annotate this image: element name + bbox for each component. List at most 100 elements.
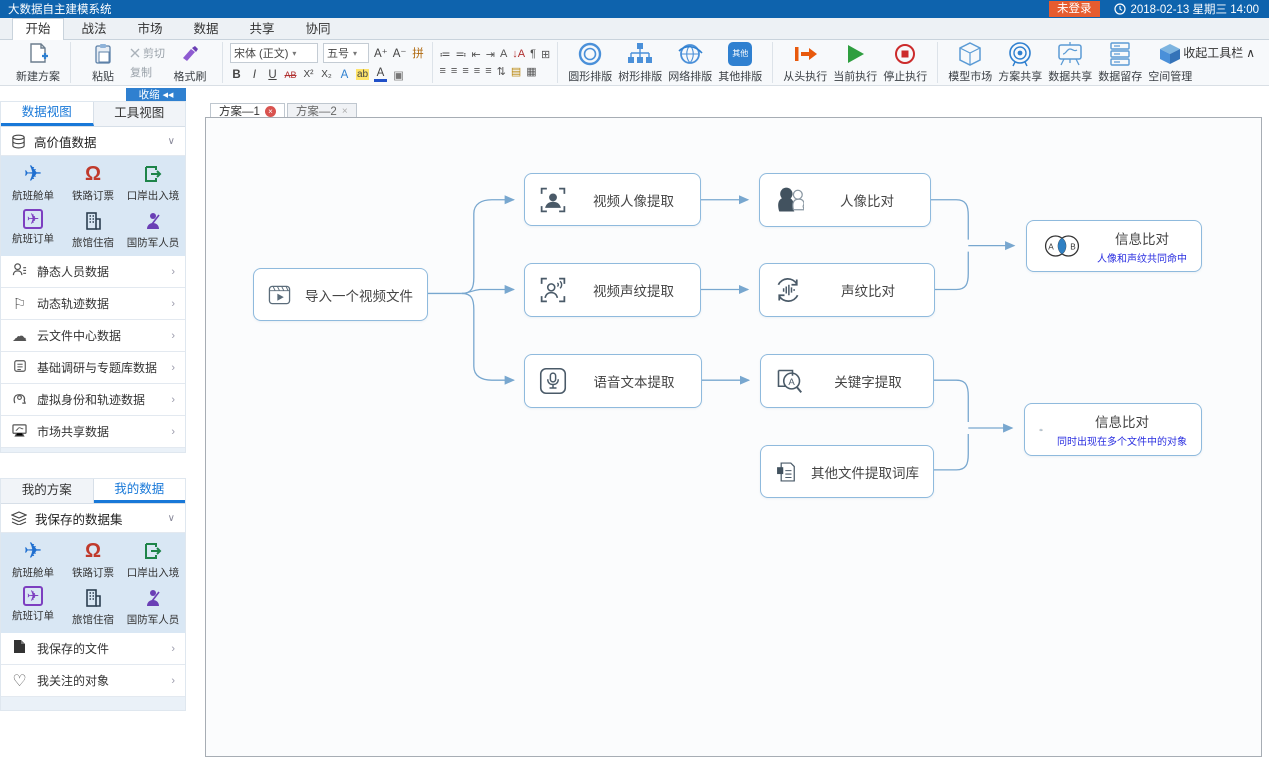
menu-tab-start[interactable]: 开始 — [12, 18, 64, 40]
sort-button[interactable]: ↓A — [512, 48, 525, 60]
node-video-face-extract[interactable]: 视频人像提取 — [524, 173, 701, 226]
borders-button[interactable]: ▦ — [526, 65, 536, 78]
insert-table-button[interactable]: ⊞ — [541, 48, 550, 61]
show-marks-button[interactable]: ¶ — [530, 48, 536, 60]
bold-button[interactable]: B — [230, 69, 243, 81]
close-tab-icon[interactable]: × — [342, 106, 348, 117]
circle-layout-button[interactable]: 圆形排版 — [565, 41, 615, 85]
paste-button[interactable]: 粘贴 — [78, 41, 128, 85]
plan-tab-1[interactable]: 方案—1 × — [210, 103, 285, 118]
node-speech-text-extract[interactable]: 语音文本提取 — [524, 354, 702, 408]
network-layout-button[interactable]: 网络排版 — [665, 41, 715, 85]
model-market-button[interactable]: 模型市场 — [945, 41, 995, 85]
high-value-data-header[interactable]: 高价值数据 ∨ — [1, 127, 185, 156]
decrease-indent-button[interactable]: ⇤ — [472, 48, 481, 61]
format-painter-button[interactable]: 格式刷 — [165, 41, 215, 85]
data-retention-button[interactable]: 数据留存 — [1095, 41, 1145, 85]
subscript-button[interactable]: X₂ — [320, 69, 333, 80]
dataset-flight-order[interactable]: ✈ 航班订单 — [3, 209, 63, 250]
node-voiceprint-compare[interactable]: 声纹比对 — [759, 263, 935, 317]
login-status-badge[interactable]: 未登录 — [1049, 1, 1100, 17]
font-size-select[interactable]: 五号▾ — [323, 43, 369, 63]
menu-tab-data[interactable]: 数据 — [180, 18, 232, 39]
bullet-list-button[interactable]: ≔ — [440, 48, 451, 61]
double-left-arrow-icon: ◀◀ — [163, 91, 174, 99]
sidebar-item-dynamic-track[interactable]: ⚐ 动态轨迹数据› — [1, 288, 185, 320]
sidebar-item-cloud-file[interactable]: ☁ 云文件中心数据› — [1, 320, 185, 352]
node-face-compare[interactable]: 人像比对 — [759, 173, 931, 227]
plan-tab-2[interactable]: 方案—2 × — [287, 103, 357, 118]
dataset-rail-ticket[interactable]: Ω 铁路订票 — [63, 162, 123, 203]
char-scale-button[interactable]: A — [500, 48, 507, 60]
data-share-button[interactable]: 数据共享 — [1045, 41, 1095, 85]
saved-dataset-header[interactable]: 我保存的数据集 ∨ — [1, 504, 185, 533]
highlight-button[interactable]: ab — [356, 69, 369, 80]
tab-my-plans[interactable]: 我的方案 — [1, 479, 94, 503]
grow-font-button[interactable]: A⁺ — [374, 46, 388, 60]
strikethrough-button[interactable]: AB — [284, 70, 297, 80]
line-spacing-button[interactable]: ⇅ — [497, 65, 506, 78]
superscript-button[interactable]: X² — [302, 69, 315, 80]
cut-button[interactable]: 剪切 — [130, 45, 165, 61]
justify-button[interactable]: ≡ — [474, 65, 480, 77]
dataset-flight-manifest[interactable]: ✈ 航班舱单 — [3, 539, 63, 580]
building-icon — [83, 209, 103, 233]
menu-tab-collab[interactable]: 协同 — [292, 18, 344, 39]
node-keyword-extract[interactable]: A 关键字提取 — [760, 354, 934, 408]
numbered-list-button[interactable]: ≕ — [456, 48, 467, 61]
dataset-military-personnel[interactable]: 国防军人员 — [123, 586, 183, 627]
tab-data-view[interactable]: 数据视图 — [1, 102, 94, 126]
increase-indent-button[interactable]: ⇥ — [486, 48, 495, 61]
sidebar-item-research-library[interactable]: 基础调研与专题库数据› — [1, 352, 185, 384]
align-left-button[interactable]: ≡ — [440, 65, 446, 77]
align-center-button[interactable]: ≡ — [451, 65, 457, 77]
menu-tab-market[interactable]: 市场 — [124, 18, 176, 39]
underline-button[interactable]: U — [266, 69, 279, 81]
dataset-flight-order[interactable]: ✈ 航班订单 — [3, 586, 63, 627]
dataset-rail-ticket[interactable]: Ω 铁路订票 — [63, 539, 123, 580]
collapse-toolbar-link[interactable]: 收起工具栏∧ — [1183, 44, 1255, 61]
menu-tab-share[interactable]: 共享 — [236, 18, 288, 39]
shading-fill-button[interactable]: ▤ — [511, 65, 521, 78]
align-right-button[interactable]: ≡ — [462, 65, 468, 77]
sidebar-item-followed-objects[interactable]: ♡ 我关注的对象› — [1, 665, 185, 697]
copy-button[interactable]: 复制 — [130, 64, 165, 80]
italic-button[interactable]: I — [248, 69, 261, 81]
dataset-flight-manifest[interactable]: ✈ 航班舱单 — [3, 162, 63, 203]
sidebar-item-static-personnel[interactable]: 静态人员数据› — [1, 256, 185, 288]
face-frame-icon — [539, 186, 567, 214]
distribute-button[interactable]: ≡ — [485, 65, 491, 77]
run-from-start-button[interactable]: 从头执行 — [780, 41, 830, 85]
other-layout-button[interactable]: 其他 其他排版 — [715, 41, 765, 85]
close-tab-icon[interactable]: × — [265, 106, 276, 117]
tab-my-data[interactable]: 我的数据 — [94, 479, 186, 503]
tree-layout-button[interactable]: 树形排版 — [615, 41, 665, 85]
char-shading-button[interactable]: ▣ — [392, 68, 405, 82]
node-other-file-lexicon[interactable]: 其他文件提取词库 — [760, 445, 934, 498]
flow-canvas[interactable]: 导入一个视频文件 视频人像提取 视频声纹提取 语音文本提取 人像比对 声纹比对 … — [205, 117, 1262, 757]
menu-tab-tactics[interactable]: 战法 — [68, 18, 120, 39]
dataset-hotel-stay[interactable]: 旅馆住宿 — [63, 209, 123, 250]
tab-tool-view[interactable]: 工具视图 — [94, 102, 186, 126]
phonetic-guide-button[interactable]: 拼 — [412, 45, 425, 61]
sidebar-collapse-button[interactable]: 收缩◀◀ — [126, 88, 186, 101]
dataset-border-entry[interactable]: 口岸出入境 — [123, 162, 183, 203]
node-video-voiceprint-extract[interactable]: 视频声纹提取 — [524, 263, 701, 317]
font-name-select[interactable]: 宋体 (正文)▾ — [230, 43, 318, 63]
sidebar-item-market-shared[interactable]: 市场共享数据› — [1, 416, 185, 448]
stop-button[interactable]: 停止执行 — [880, 41, 930, 85]
text-effects-button[interactable]: A — [338, 69, 351, 81]
node-info-compare-2[interactable]: A B 信息比对 同时出现在多个文件中的对象 — [1024, 403, 1202, 456]
sidebar-item-saved-files[interactable]: 我保存的文件› — [1, 633, 185, 665]
sidebar-item-virtual-identity[interactable]: 虚拟身份和轨迹数据› — [1, 384, 185, 416]
run-current-button[interactable]: 当前执行 — [830, 41, 880, 85]
plan-share-button[interactable]: 方案共享 — [995, 41, 1045, 85]
font-color-button[interactable]: A — [374, 67, 387, 82]
dataset-hotel-stay[interactable]: 旅馆住宿 — [63, 586, 123, 627]
dataset-military-personnel[interactable]: 国防军人员 — [123, 209, 183, 250]
shrink-font-button[interactable]: A⁻ — [393, 46, 407, 60]
new-plan-button[interactable]: 新建方案 — [13, 41, 63, 85]
node-import-video[interactable]: 导入一个视频文件 — [253, 268, 428, 321]
node-info-compare-1[interactable]: A B 信息比对 人像和声纹共同命中 — [1026, 220, 1202, 272]
dataset-border-entry[interactable]: 口岸出入境 — [123, 539, 183, 580]
